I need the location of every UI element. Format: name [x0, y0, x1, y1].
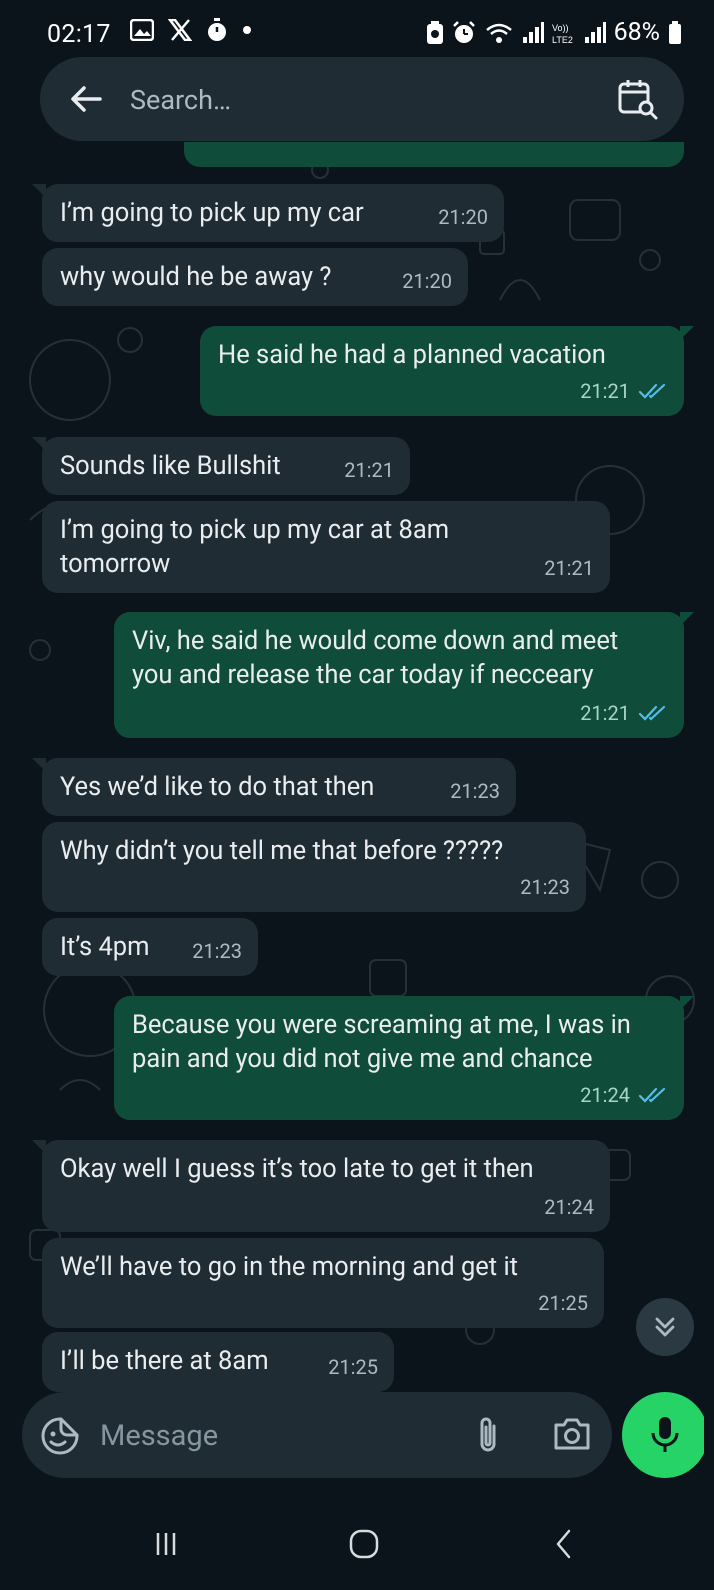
signal-icon [522, 21, 544, 43]
message-bubble-incoming[interactable]: I’m going to pick up my car at 8am tomor… [42, 501, 610, 593]
bubble-tail [32, 1140, 46, 1154]
message-time: 21:23 [450, 779, 500, 803]
system-navigation-bar [10, 1498, 704, 1590]
message-bubble-incoming[interactable]: Okay well I guess it’s too late to get i… [32, 1140, 610, 1232]
double-check-read-icon [638, 1087, 666, 1103]
bubble-tail [680, 612, 694, 626]
message-time: 21:20 [402, 269, 452, 293]
message-text: I’m going to pick up my car at 8am tomor… [60, 515, 450, 579]
svg-text:LTE2: LTE2 [552, 35, 573, 45]
message-time: 21:25 [538, 1291, 588, 1315]
message-bubble-incoming[interactable]: Yes we’d like to do that then 21:23 [32, 758, 516, 816]
message-bubble-outgoing[interactable]: Viv, he said he would come down and meet… [114, 612, 694, 738]
x-logo-icon [168, 19, 192, 41]
message-input[interactable] [98, 1412, 422, 1460]
bubble-tail [32, 184, 46, 198]
partial-message-bubble [184, 142, 684, 167]
message-time: 21:25 [328, 1355, 378, 1379]
message-time: 21:21 [580, 701, 630, 725]
search-input[interactable] [128, 75, 572, 125]
search-bar [40, 57, 684, 141]
alarm-icon [452, 20, 475, 43]
message-bubble-incoming[interactable]: why would he be away ? 21:20 [42, 248, 468, 306]
message-time: 21:24 [544, 1195, 594, 1219]
message-text: Sounds like Bullshit [60, 451, 281, 481]
message-bubble-incoming[interactable]: I’m going to pick up my car 21:20 [32, 184, 504, 242]
message-bubble-incoming[interactable]: I’ll be there at 8am 21:25 [42, 1332, 394, 1392]
recent-apps-button[interactable] [136, 1522, 196, 1566]
message-composer [22, 1392, 612, 1478]
signal-2-icon [584, 21, 606, 43]
calendar-search-icon[interactable] [616, 77, 660, 121]
paperclip-icon[interactable] [470, 1414, 506, 1456]
sticker-icon[interactable] [40, 1416, 80, 1456]
chat-screen: 02:17 Vo)) LTE2 68% I’m going to pick up … [10, 0, 704, 1590]
home-icon [349, 1529, 379, 1559]
message-text: Because you were screaming at me, I was … [132, 1010, 631, 1074]
scroll-to-bottom-button[interactable] [636, 1298, 694, 1356]
message-text: He said he had a planned vacation [218, 340, 606, 370]
message-bubble-incoming[interactable]: It’s 4pm 21:23 [42, 918, 258, 976]
message-text: We’ll have to go in the morning and get … [60, 1252, 519, 1282]
message-time: 21:23 [520, 875, 570, 899]
battery-percentage: 68% [613, 18, 660, 47]
home-button[interactable] [334, 1522, 394, 1566]
bubble-tail [32, 758, 46, 772]
message-text: It’s 4pm [60, 932, 150, 962]
mic-button[interactable] [622, 1392, 704, 1478]
wifi-icon [485, 23, 512, 43]
camera-icon[interactable] [552, 1416, 592, 1452]
microphone-icon [651, 1417, 679, 1452]
bubble-tail [680, 326, 694, 340]
bubble-tail [680, 996, 694, 1010]
back-chevron-icon [556, 1529, 571, 1559]
status-time: 02:17 [47, 20, 111, 49]
message-time: 21:24 [580, 1083, 630, 1107]
double-check-read-icon [638, 383, 666, 399]
message-bubble-incoming[interactable]: We’ll have to go in the morning and get … [42, 1238, 604, 1328]
double-chevron-down-icon [655, 1317, 675, 1337]
bubble-tail [32, 437, 46, 451]
back-button[interactable] [534, 1522, 594, 1566]
message-time: 21:21 [344, 458, 394, 482]
recent-apps-icon [156, 1533, 176, 1555]
message-bubble-incoming[interactable]: Sounds like Bullshit 21:21 [32, 437, 410, 495]
volte-icon: Vo)) LTE2 [552, 23, 573, 45]
message-bubble-outgoing[interactable]: Because you were screaming at me, I was … [114, 996, 694, 1120]
message-bubble-outgoing[interactable]: He said he had a planned vacation 21:21 [200, 326, 694, 416]
message-text: Yes we’d like to do that then [60, 772, 375, 802]
message-text: I’m going to pick up my car [60, 198, 364, 228]
back-arrow-icon[interactable] [66, 79, 106, 119]
message-text: Viv, he said he would come down and meet… [132, 626, 619, 690]
message-text: Okay well I guess it’s too late to get i… [60, 1154, 534, 1184]
battery-saver-icon [426, 20, 443, 44]
message-text: I’ll be there at 8am [60, 1346, 269, 1376]
message-text: Why didn’t you tell me that before ????? [60, 836, 504, 866]
message-time: 21:20 [438, 205, 488, 229]
svg-text:Vo)): Vo)) [552, 23, 569, 33]
message-bubble-incoming[interactable]: Why didn’t you tell me that before ?????… [42, 822, 586, 912]
message-time: 21:21 [580, 379, 630, 403]
message-time: 21:21 [544, 556, 594, 580]
dot-icon [243, 26, 251, 34]
double-check-read-icon [638, 705, 666, 721]
message-text: why would he be away ? [60, 262, 332, 292]
gallery-icon [130, 19, 154, 41]
message-time: 21:23 [192, 939, 242, 963]
timer-icon [208, 18, 226, 41]
battery-icon [669, 20, 681, 44]
